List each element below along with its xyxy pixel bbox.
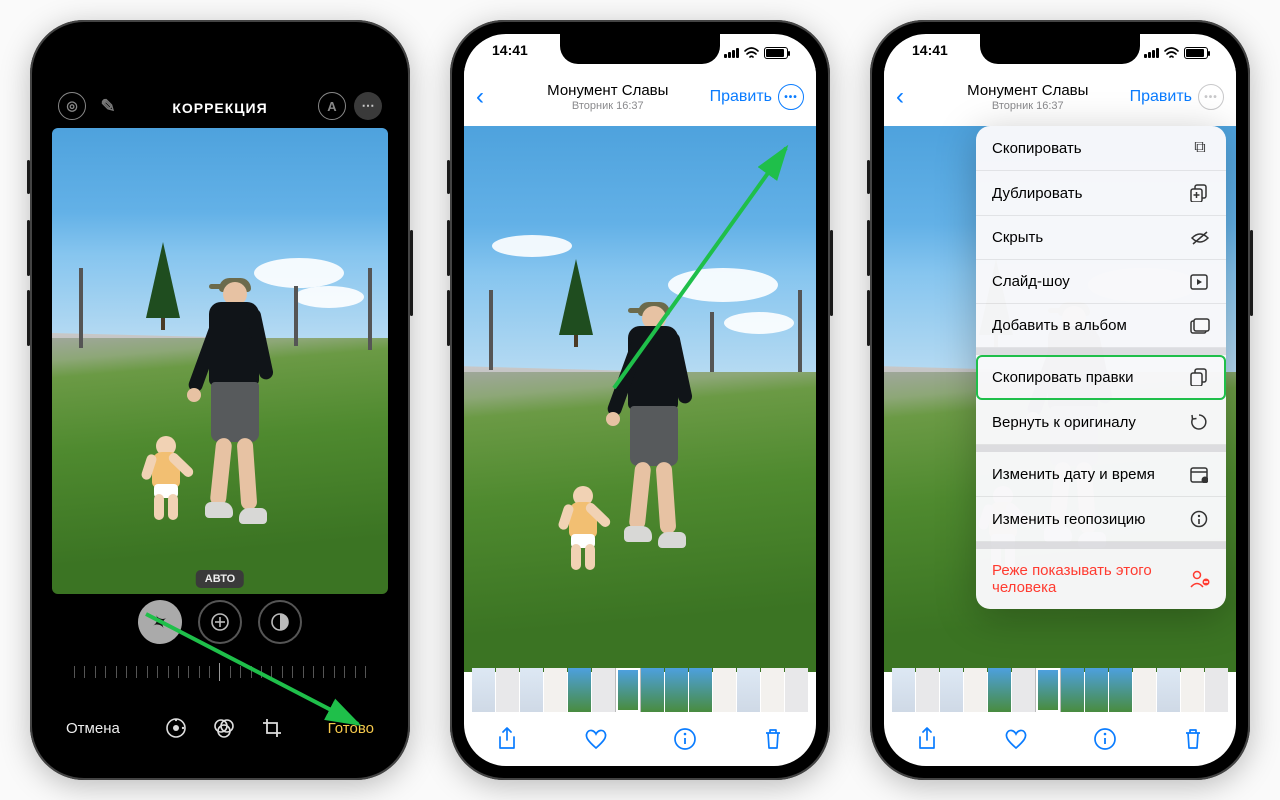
adjust-tab-icon[interactable] xyxy=(165,717,187,739)
exposure-dial[interactable] xyxy=(198,600,242,644)
copy-edits-icon xyxy=(1190,368,1210,386)
menu-change-location[interactable]: Изменить геопозицию xyxy=(976,497,1226,542)
favorite-icon[interactable] xyxy=(583,727,609,751)
status-time: 14:41 xyxy=(492,42,528,64)
edit-button[interactable]: Править xyxy=(1130,88,1192,106)
menu-feature-less[interactable]: Реже показывать этого человека xyxy=(976,549,1226,609)
more-button[interactable]: ••• xyxy=(778,84,804,110)
toolbar xyxy=(884,712,1236,766)
more-icon[interactable]: ⋯ xyxy=(354,92,382,120)
menu-change-date[interactable]: Изменить дату и время xyxy=(976,452,1226,497)
wifi-icon xyxy=(1164,47,1179,59)
photo-title: Монумент Славы xyxy=(506,82,710,99)
trash-icon[interactable] xyxy=(762,727,784,751)
share-icon[interactable] xyxy=(496,727,518,751)
viewer-header: ‹ Монумент Славы Вторник 16:37 Править •… xyxy=(884,68,1236,126)
live-photo-icon[interactable]: ◎ xyxy=(58,92,86,120)
calendar-icon xyxy=(1190,465,1210,483)
thumbnail-strip[interactable] xyxy=(464,668,816,712)
wifi-icon xyxy=(744,47,759,59)
filters-tab-icon[interactable] xyxy=(213,717,235,739)
more-button[interactable]: ••• xyxy=(1198,84,1224,110)
trash-icon[interactable] xyxy=(1182,727,1204,751)
info-icon[interactable] xyxy=(673,727,697,751)
edit-button[interactable]: Править xyxy=(710,88,772,106)
menu-add-album[interactable]: Добавить в альбом xyxy=(976,304,1226,348)
toolbar xyxy=(464,712,816,766)
person-minus-icon xyxy=(1190,570,1210,588)
status-time: 14:41 xyxy=(912,42,948,64)
cellular-icon xyxy=(724,48,739,58)
favorite-icon[interactable] xyxy=(1003,727,1029,751)
markup-pen-icon[interactable]: ✎ xyxy=(94,92,122,120)
auto-badge: АВТО xyxy=(196,570,244,588)
phone-menu-screen: 14:41 ‹ Монумент Славы Вторник 16:37 Пра… xyxy=(870,20,1250,780)
cellular-icon xyxy=(1144,48,1159,58)
adjust-slider[interactable] xyxy=(74,660,366,684)
copy-icon: ⧉ xyxy=(1190,139,1210,157)
album-icon xyxy=(1190,318,1210,334)
viewer-header: ‹ Монумент Славы Вторник 16:37 Править •… xyxy=(464,68,816,126)
photo-view[interactable] xyxy=(464,126,816,672)
menu-hide[interactable]: Скрыть xyxy=(976,216,1226,260)
editor-bottom-bar: Отмена Готово xyxy=(44,690,396,766)
brilliance-dial[interactable] xyxy=(258,600,302,644)
phone-edit-screen: ◎ ✎ КОРРЕКЦИЯ A ⋯ АВТО ✦ xyxy=(30,20,410,780)
hide-icon xyxy=(1190,230,1210,246)
share-icon[interactable] xyxy=(916,727,938,751)
photo-title: Монумент Славы xyxy=(926,82,1130,99)
revert-icon xyxy=(1190,413,1210,431)
back-button[interactable]: ‹ xyxy=(476,83,506,111)
photo-subtitle: Вторник 16:37 xyxy=(506,100,710,112)
thumbnail-strip[interactable] xyxy=(884,668,1236,712)
back-button[interactable]: ‹ xyxy=(896,83,926,111)
done-button[interactable]: Готово xyxy=(328,720,374,737)
menu-copy[interactable]: Скопировать⧉ xyxy=(976,126,1226,171)
editor-title: КОРРЕКЦИЯ xyxy=(172,100,267,128)
location-icon xyxy=(1190,510,1210,528)
battery-icon xyxy=(1184,47,1208,59)
menu-revert[interactable]: Вернуть к оригиналу xyxy=(976,400,1226,445)
auto-enhance-dial[interactable]: ✦ xyxy=(130,592,190,652)
context-menu: Скопировать⧉ Дублировать Скрыть Слайд-шо… xyxy=(976,126,1226,609)
cancel-button[interactable]: Отмена xyxy=(66,720,120,737)
battery-icon xyxy=(764,47,788,59)
play-icon xyxy=(1190,274,1210,290)
adjust-dials: ✦ xyxy=(44,600,396,644)
duplicate-icon xyxy=(1190,184,1210,202)
photo-preview[interactable]: АВТО xyxy=(52,128,388,594)
menu-duplicate[interactable]: Дублировать xyxy=(976,171,1226,216)
info-icon[interactable] xyxy=(1093,727,1117,751)
menu-copy-edits[interactable]: Скопировать правки xyxy=(976,355,1226,400)
crop-tab-icon[interactable] xyxy=(261,717,283,739)
phone-viewer-screen: 14:41 ‹ Монумент Славы Вторник 16:37 Пра… xyxy=(450,20,830,780)
menu-slideshow[interactable]: Слайд-шоу xyxy=(976,260,1226,304)
aspect-icon[interactable]: A xyxy=(318,92,346,120)
photo-subtitle: Вторник 16:37 xyxy=(926,100,1130,112)
